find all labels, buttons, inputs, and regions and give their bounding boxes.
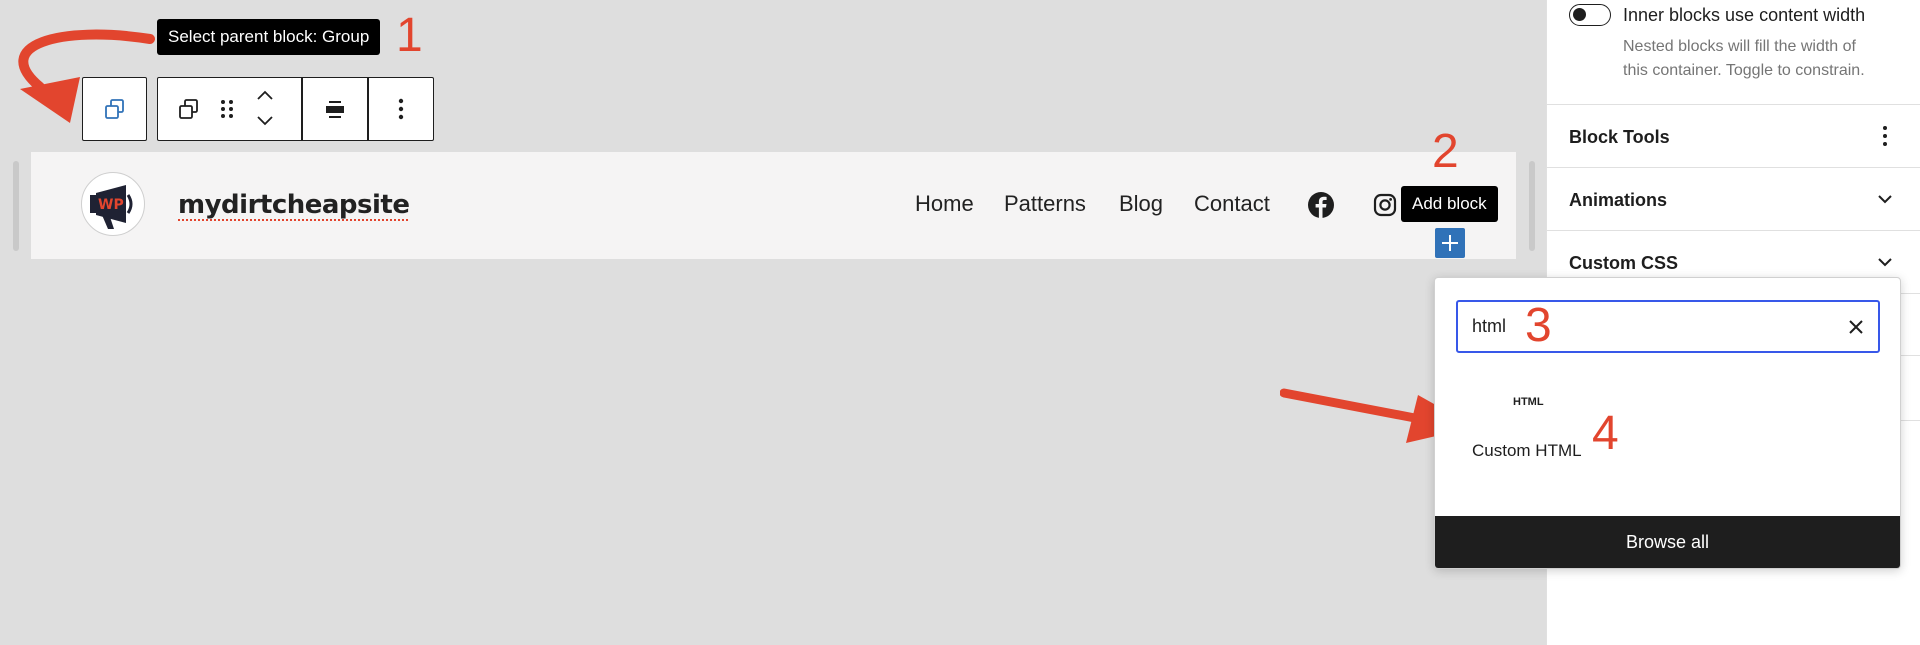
editor-canvas: Select parent block: Group 1 WP mydirtch…: [0, 0, 1546, 645]
html-icon: HTML: [1513, 396, 1544, 408]
nav-item-contact[interactable]: Contact: [1194, 191, 1270, 217]
add-block-button[interactable]: [1435, 228, 1465, 258]
panel-title: Custom CSS: [1569, 253, 1679, 273]
align-center-icon: [326, 101, 344, 118]
site-logo[interactable]: WP: [81, 172, 145, 236]
custom-html-block-item[interactable]: HTML Custom HTML: [1455, 388, 1605, 483]
move-down-button[interactable]: [250, 110, 280, 132]
resize-handle-right[interactable]: [1529, 161, 1535, 251]
more-options-button[interactable]: [369, 78, 433, 140]
block-type-button[interactable]: [170, 78, 208, 140]
plus-icon: [1442, 235, 1458, 251]
panel-title: Animations: [1569, 190, 1668, 210]
group-block-icon: [179, 99, 198, 119]
select-parent-tooltip: Select parent block: Group: [157, 19, 381, 55]
resize-handle-left[interactable]: [13, 161, 19, 251]
browse-all-button[interactable]: Browse all: [1435, 516, 1900, 568]
annotation-number-2: 2: [1432, 125, 1459, 178]
chevron-up-icon: [257, 90, 273, 100]
panel-block-tools[interactable]: Block Tools: [1547, 104, 1920, 168]
annotation-number-3: 3: [1525, 299, 1552, 352]
search-value: html: [1472, 316, 1507, 336]
clear-search-icon[interactable]: [1847, 318, 1865, 336]
block-inserter-popover: html 3 HTML Custom HTML 4 Browse all: [1434, 277, 1901, 569]
toggle-help-line-1: Nested blocks will fill the width of: [1623, 38, 1856, 55]
annotation-number-4: 4: [1592, 407, 1619, 460]
nav-item-home[interactable]: Home: [915, 191, 974, 217]
nav-item-patterns[interactable]: Patterns: [1004, 191, 1086, 217]
panel-animations[interactable]: Animations: [1547, 167, 1920, 231]
inner-blocks-toggle[interactable]: [1569, 4, 1611, 26]
chevron-down-icon: [257, 116, 273, 126]
chevron-down-icon: [1878, 258, 1892, 267]
move-up-button[interactable]: [250, 84, 280, 106]
panel-title: Block Tools: [1569, 127, 1670, 147]
group-block-icon: [104, 99, 124, 119]
toggle-label: Inner blocks use content width: [1623, 5, 1866, 25]
chevron-down-icon: [1878, 195, 1892, 204]
select-parent-button[interactable]: [82, 77, 147, 141]
drag-handle[interactable]: [212, 78, 242, 140]
facebook-icon[interactable]: [1308, 192, 1334, 218]
site-title[interactable]: mydirtcheapsite: [178, 190, 410, 220]
block-toolbar: [157, 77, 434, 141]
more-vertical-icon: [398, 98, 404, 120]
more-vertical-icon[interactable]: [1882, 125, 1888, 147]
logo-text: WP: [98, 197, 124, 213]
nav-item-blog[interactable]: Blog: [1119, 191, 1163, 217]
instagram-icon[interactable]: [1373, 193, 1397, 217]
align-button[interactable]: [303, 78, 367, 140]
block-search-input[interactable]: html: [1456, 300, 1880, 353]
toggle-help-line-2: this container. Toggle to constrain.: [1623, 62, 1865, 79]
add-block-tooltip: Add block: [1401, 186, 1498, 222]
annotation-number-1: 1: [396, 9, 423, 62]
custom-html-label: Custom HTML: [1472, 441, 1582, 460]
drag-handle-icon: [221, 100, 233, 118]
